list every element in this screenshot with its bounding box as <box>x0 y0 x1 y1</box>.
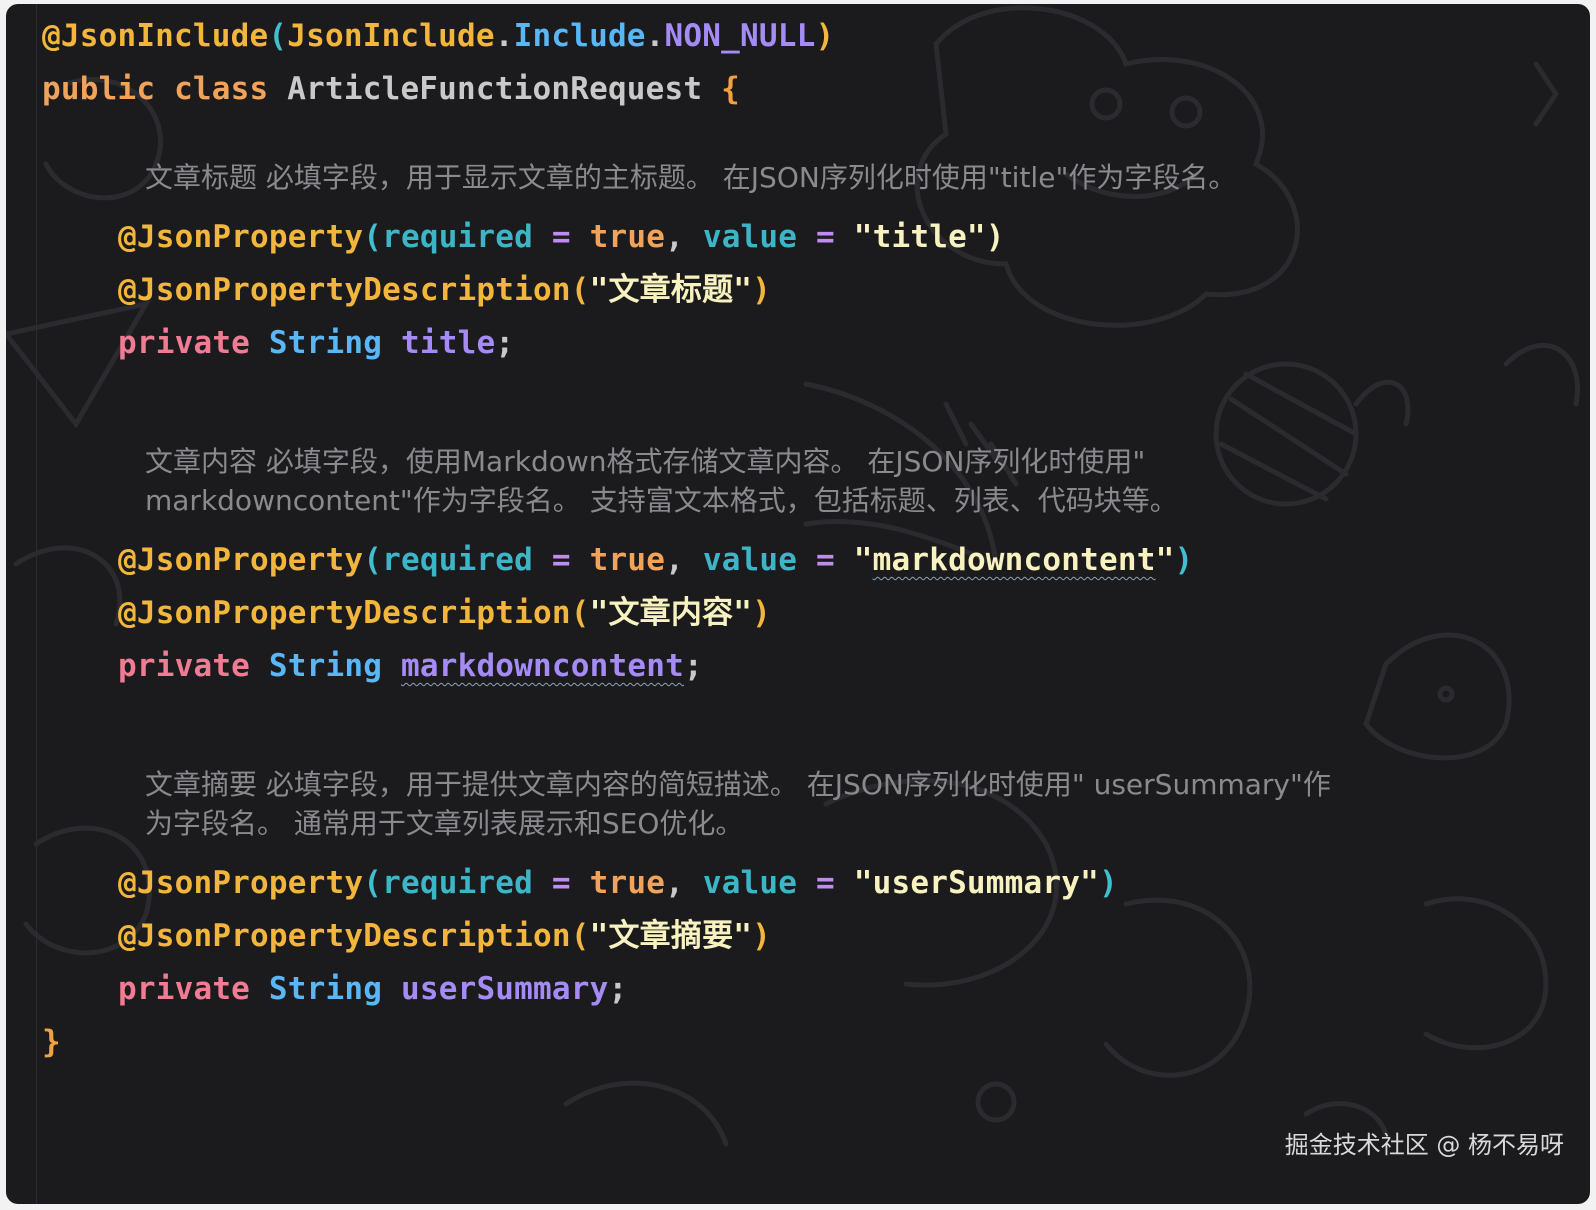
equals-operator: = <box>797 865 854 901</box>
value-true: true <box>589 865 666 901</box>
field-name: userSummary <box>400 971 609 1007</box>
json-property-line: @JsonProperty(required = true, value = "… <box>42 534 1590 587</box>
comma: , <box>665 219 703 255</box>
open-brace: { <box>721 71 741 107</box>
paren-open: ( <box>570 595 590 631</box>
paren-close: ) <box>752 595 772 631</box>
paren-close: ) <box>985 219 1005 255</box>
field-name: title <box>400 325 496 361</box>
quote: " <box>853 542 873 578</box>
field-declaration-line: private String title; <box>42 317 1590 370</box>
class-annotation-line: @JsonInclude(JsonInclude.Include.NON_NUL… <box>42 10 1590 63</box>
value-string: "title" <box>853 219 986 255</box>
field-declaration-line: private String userSummary; <box>42 963 1590 1016</box>
field-type: String <box>268 648 383 684</box>
value-string: "userSummary" <box>853 865 1099 901</box>
doc-comment: 文章摘要 必填字段，用于提供文章内容的简短描述。 在JSON序列化时使用" us… <box>145 768 1331 840</box>
quote: " <box>1155 542 1175 578</box>
json-property-description-line: @JsonPropertyDescription("文章标题") <box>42 264 1590 317</box>
paren-open: ( <box>363 542 383 578</box>
field-type: String <box>268 971 383 1007</box>
dot: . <box>645 18 665 54</box>
semicolon: ; <box>495 325 515 361</box>
keyword-private: private <box>118 648 251 684</box>
annotation-json-property: @JsonProperty <box>118 542 364 578</box>
keyword-class: class <box>174 71 269 107</box>
json-property-description-line: @JsonPropertyDescription("文章摘要") <box>42 910 1590 963</box>
include-value: NON_NULL <box>664 18 816 54</box>
param-required: required <box>382 865 534 901</box>
keyword-private: private <box>118 325 251 361</box>
value-string: markdowncontent <box>872 542 1156 578</box>
description-string: "文章标题" <box>589 272 753 308</box>
paren-open: ( <box>363 865 383 901</box>
paren-open: ( <box>570 918 590 954</box>
comma: , <box>665 542 703 578</box>
param-value: value <box>702 219 798 255</box>
watermark: 掘金技术社区 @ 杨不易呀 <box>1284 1131 1564 1159</box>
dot: . <box>494 18 514 54</box>
json-property-line: @JsonProperty(required = true, value = "… <box>42 211 1590 264</box>
equals-operator: = <box>797 542 854 578</box>
value-true: true <box>589 542 666 578</box>
equals-operator: = <box>533 865 590 901</box>
paren-close: ) <box>815 18 835 54</box>
equals-operator: = <box>797 219 854 255</box>
paren-open: ( <box>363 219 383 255</box>
param-value: value <box>702 542 798 578</box>
paren-close: ) <box>752 272 772 308</box>
include-class: JsonInclude <box>287 18 495 54</box>
paren-open: ( <box>570 272 590 308</box>
class-name: ArticleFunctionRequest <box>287 71 703 107</box>
keyword-private: private <box>118 971 251 1007</box>
json-property-description-line: @JsonPropertyDescription("文章内容") <box>42 587 1590 640</box>
keyword-public: public <box>42 71 156 107</box>
semicolon: ; <box>683 648 703 684</box>
param-value: value <box>702 865 798 901</box>
annotation-json-property: @JsonProperty <box>118 865 364 901</box>
class-declaration-line: public class ArticleFunctionRequest { <box>42 63 1590 116</box>
value-true: true <box>589 219 666 255</box>
editor-gutter-line <box>36 4 37 1204</box>
json-property-line: @JsonProperty(required = true, value = "… <box>42 857 1590 910</box>
equals-operator: = <box>533 219 590 255</box>
annotation-json-property: @JsonProperty <box>118 219 364 255</box>
annotation-json-property-description: @JsonPropertyDescription <box>118 918 571 954</box>
close-brace: } <box>42 1024 61 1060</box>
field-name: markdowncontent <box>400 648 684 684</box>
param-required: required <box>382 219 534 255</box>
comma: , <box>665 865 703 901</box>
code-block: @JsonInclude(JsonInclude.Include.NON_NUL… <box>42 10 1590 1069</box>
paren-close: ) <box>1098 865 1118 901</box>
semicolon: ; <box>608 971 628 1007</box>
description-string: "文章内容" <box>589 595 753 631</box>
class-close-line: } <box>42 1016 1590 1069</box>
annotation-json-property-description: @JsonPropertyDescription <box>118 595 571 631</box>
doc-comment: 文章内容 必填字段，使用Markdown格式存储文章内容。 在JSON序列化时使… <box>145 445 1178 517</box>
annotation-json-include: @JsonInclude <box>42 18 269 54</box>
param-required: required <box>382 542 534 578</box>
doc-comment: 文章标题 必填字段，用于显示文章的主标题。 在JSON序列化时使用"title"… <box>145 161 1237 194</box>
paren-close: ) <box>1174 542 1194 578</box>
paren-open: ( <box>268 18 288 54</box>
annotation-json-property-description: @JsonPropertyDescription <box>118 272 571 308</box>
paren-close: ) <box>752 918 772 954</box>
equals-operator: = <box>533 542 590 578</box>
field-type: String <box>268 325 383 361</box>
code-editor-window: @JsonInclude(JsonInclude.Include.NON_NUL… <box>6 4 1590 1204</box>
field-declaration-line: private String markdowncontent; <box>42 640 1590 693</box>
description-string: "文章摘要" <box>589 918 753 954</box>
include-member: Include <box>513 18 646 54</box>
